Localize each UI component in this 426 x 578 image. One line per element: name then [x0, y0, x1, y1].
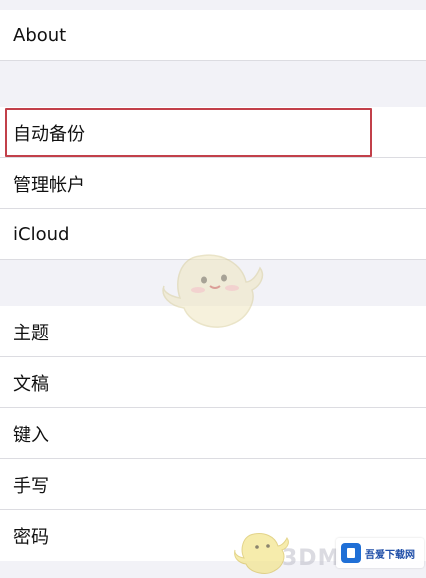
- bird-mascot-icon: [162, 254, 264, 328]
- settings-group-top: About: [0, 10, 426, 61]
- settings-group-preferences: 主题 文稿 键入 手写 密码: [0, 306, 426, 561]
- settings-item-label: About: [13, 25, 67, 46]
- settings-item-label: 密码: [13, 526, 49, 548]
- settings-item-label: 键入: [13, 424, 49, 446]
- watermark-badge: 吾爱下载网: [336, 538, 424, 568]
- settings-item-typing[interactable]: 键入: [0, 408, 426, 459]
- settings-item-label: iCloud: [13, 224, 70, 245]
- settings-item-about[interactable]: About: [0, 10, 426, 61]
- settings-item-manage-accounts[interactable]: 管理帐户: [0, 158, 426, 209]
- settings-item-label: 管理帐户: [13, 174, 85, 196]
- settings-item-label: 文稿: [13, 373, 49, 395]
- settings-screen: About 自动备份 管理帐户 iCloud 主题 文稿 键入 手写 密码 3D…: [0, 0, 426, 578]
- settings-item-handwriting[interactable]: 手写: [0, 459, 426, 510]
- watermark-badge-text: 吾爱下载网: [365, 549, 415, 561]
- settings-item-label: 主题: [13, 322, 49, 344]
- watermark-3dm-text: 3DM: [282, 546, 341, 571]
- settings-item-label: 手写: [13, 475, 49, 497]
- settings-item-documents[interactable]: 文稿: [0, 357, 426, 408]
- divider: [0, 60, 426, 61]
- highlight-box: [5, 108, 372, 157]
- download-badge-icon: [341, 543, 361, 563]
